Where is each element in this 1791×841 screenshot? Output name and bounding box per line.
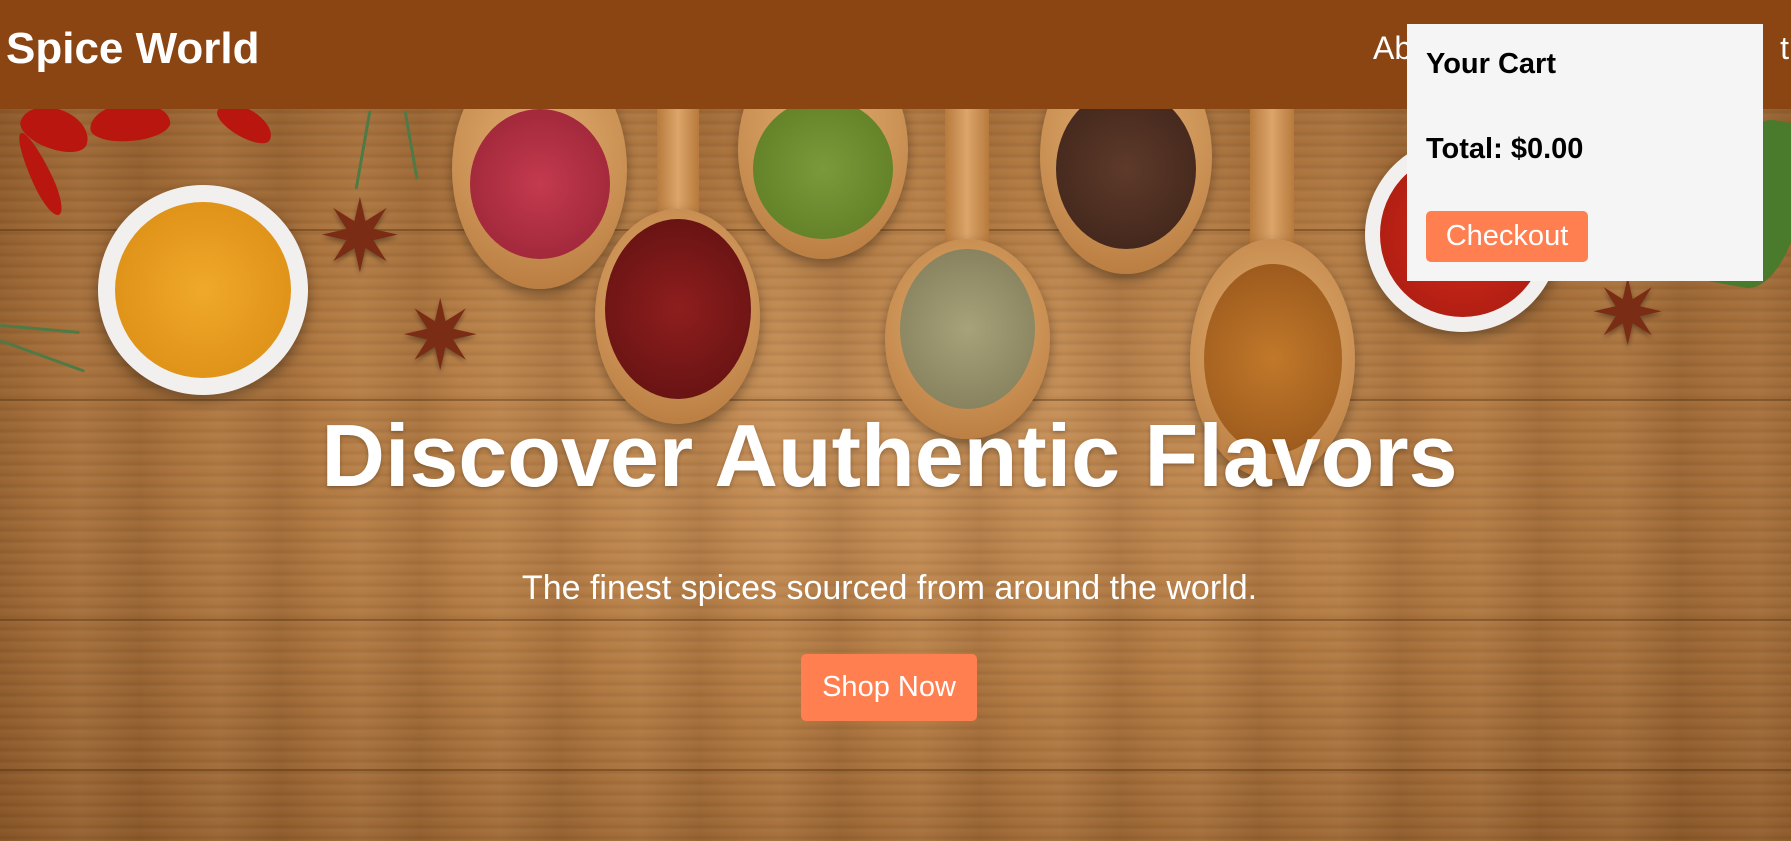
star-anise-icon: ✷ [318,181,402,293]
rosemary-sprig [0,324,80,334]
rosemary-sprig [403,110,419,180]
wood-grain-line [0,399,1791,401]
nav-link-contact[interactable]: t [1780,30,1789,67]
wood-grain-line [0,619,1791,621]
hero-subtitle: The finest spices sourced from around th… [521,569,1258,607]
turmeric-bowl [98,185,308,395]
cart-total: Total: $0.00 [1426,133,1584,165]
star-anise-icon: ✷ [400,283,481,390]
rosemary-sprig [354,110,372,190]
chili-pepper [212,109,278,151]
star-anise-icon: ✷ [1590,264,1666,364]
checkout-button[interactable]: Checkout [1426,211,1588,262]
wood-grain-line [0,769,1791,771]
chili-pepper [88,109,172,145]
cart-panel: Your Cart Total: $0.00 Checkout [1407,24,1763,281]
cart-title: Your Cart [1426,48,1556,80]
rosemary-sprig [0,339,86,373]
site-logo[interactable]: Spice World [6,24,259,74]
shop-now-button[interactable]: Shop Now [801,654,977,721]
hero-title: Discover Authentic Flavors [321,406,1458,505]
